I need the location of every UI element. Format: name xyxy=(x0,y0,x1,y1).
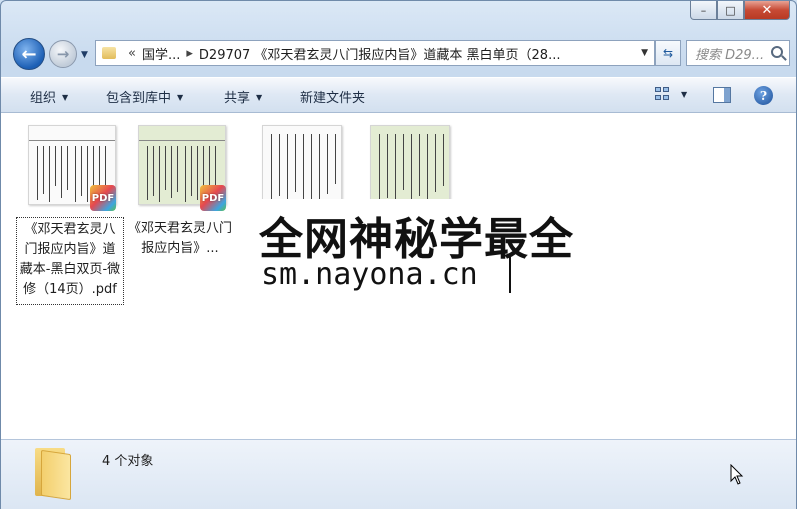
file-name: 《邓天君玄灵八门报应内旨》... xyxy=(128,221,233,256)
file-name: 《邓天君玄灵八门报应内旨》道藏本-黑白双页-微修（14页）.pdf xyxy=(16,217,124,305)
pdf-thumbnail: PDF xyxy=(24,121,116,213)
address-bar[interactable]: « 国学... ▸ D29707 《邓天君玄灵八门报应内旨》道藏本 黑白单页（2… xyxy=(95,40,655,66)
close-button[interactable]: ✕ xyxy=(744,1,790,20)
help-icon[interactable]: ? xyxy=(754,86,773,105)
text-cursor xyxy=(509,257,511,293)
address-dropdown-icon[interactable]: ▼ xyxy=(641,48,648,58)
file-item[interactable]: PDF 《邓天君玄灵八门报应内旨》道藏本-黑白双页-微修（14页）.pdf xyxy=(15,121,125,305)
pdf-icon: PDF xyxy=(200,185,226,211)
mouse-pointer-icon xyxy=(730,464,744,485)
forward-arrow-icon: → xyxy=(56,45,70,63)
view-options-dropdown-icon[interactable]: ▼ xyxy=(681,90,687,99)
organize-label: 组织 xyxy=(30,91,57,106)
preview-pane-icon[interactable] xyxy=(713,87,731,103)
back-button[interactable]: ← xyxy=(13,38,45,70)
refresh-button[interactable]: ⇆ xyxy=(655,40,681,66)
watermark-url: sm.nayona.cn xyxy=(261,257,478,292)
folder-icon xyxy=(35,448,71,501)
change-view-icon[interactable] xyxy=(655,87,671,103)
forward-button[interactable]: → xyxy=(49,40,77,68)
search-icon[interactable] xyxy=(771,46,783,58)
command-bar: 组织 ▼ 包含到库中 ▼ 共享 ▼ 新建文件夹 ▼ ? xyxy=(1,77,796,113)
pdf-icon: PDF xyxy=(90,185,116,211)
search-input[interactable]: 搜索 D29... xyxy=(686,40,790,66)
refresh-icon: ⇆ xyxy=(662,46,674,60)
folder-icon xyxy=(102,47,116,59)
file-list-view[interactable]: PDF 《邓天君玄灵八门报应内旨》道藏本-黑白双页-微修（14页）.pdf PD… xyxy=(1,113,796,439)
maximize-button[interactable]: □ xyxy=(717,1,744,20)
breadcrumb-separator-icon[interactable]: ▸ xyxy=(186,46,193,61)
share-button[interactable]: 共享 ▼ xyxy=(224,87,262,106)
breadcrumb-current[interactable]: D29707 《邓天君玄灵八门报应内旨》道藏本 黑白单页（28... xyxy=(199,44,561,63)
include-in-library-button[interactable]: 包含到库中 ▼ xyxy=(106,87,183,106)
chevron-down-icon: ▼ xyxy=(62,93,69,102)
file-item[interactable]: PDF 《邓天君玄灵八门报应内旨》... xyxy=(125,121,235,263)
share-label: 共享 xyxy=(224,91,251,106)
chevron-down-icon: ▼ xyxy=(177,93,184,102)
recent-pages-dropdown-icon[interactable]: ▼ xyxy=(81,50,88,60)
new-folder-button[interactable]: 新建文件夹 xyxy=(300,87,365,106)
details-pane: 4 个对象 xyxy=(1,439,796,509)
organize-button[interactable]: 组织 ▼ xyxy=(30,87,68,106)
pdf-thumbnail: PDF xyxy=(134,121,226,213)
item-count: 4 个对象 xyxy=(102,454,154,469)
explorer-window: – □ ✕ ← → ▼ « 国学... ▸ D29707 《邓天君玄灵八门报应内… xyxy=(0,0,797,509)
breadcrumb-overflow-chevron[interactable]: « xyxy=(128,46,136,61)
chevron-down-icon: ▼ xyxy=(256,93,263,102)
back-arrow-icon: ← xyxy=(21,43,37,65)
caption-buttons: – □ ✕ xyxy=(690,1,790,20)
minimize-button[interactable]: – xyxy=(690,1,717,20)
include-in-library-label: 包含到库中 xyxy=(106,91,172,106)
search-placeholder: 搜索 D29... xyxy=(695,47,765,63)
watermark-overlay: 全网神秘学最全 sm.nayona.cn xyxy=(251,199,573,303)
navigation-bar: ← → ▼ « 国学... ▸ D29707 《邓天君玄灵八门报应内旨》道藏本 … xyxy=(1,36,796,72)
breadcrumb-item[interactable]: 国学... xyxy=(142,44,180,63)
